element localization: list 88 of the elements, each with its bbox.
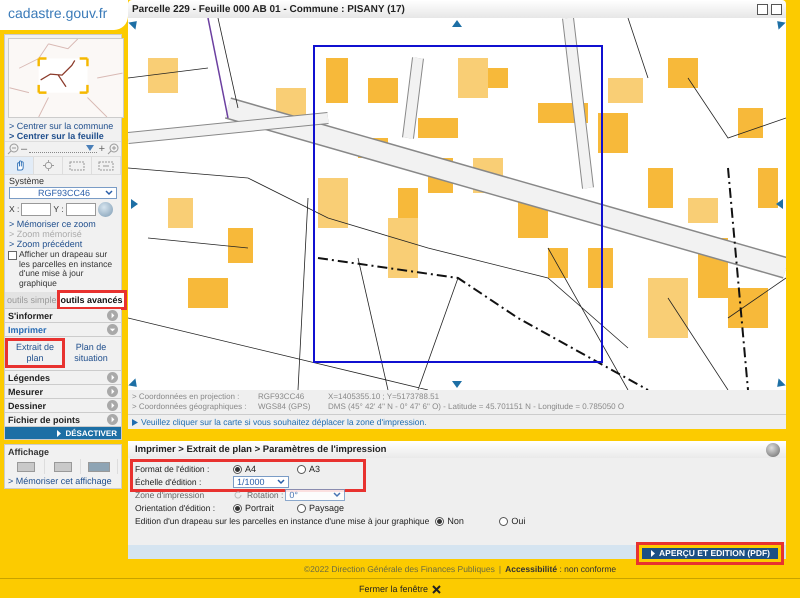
radio-option[interactable]: Non bbox=[435, 516, 500, 526]
form-label: Échelle d'édition : bbox=[135, 477, 202, 487]
accordion-header[interactable]: S'informer bbox=[5, 309, 121, 323]
zoom-link[interactable]: > Mémoriser ce zoom bbox=[5, 219, 121, 229]
expand-icon bbox=[107, 400, 118, 411]
zoom-out-icon[interactable] bbox=[7, 143, 19, 155]
system-label: Système bbox=[8, 175, 46, 186]
collapse-icon bbox=[107, 324, 118, 335]
pan-arrow-icon[interactable] bbox=[451, 18, 463, 30]
accessibility-link[interactable]: Accessibilité : non conforme bbox=[505, 564, 616, 578]
accordion-header[interactable]: Imprimer bbox=[5, 323, 121, 337]
expand-icon bbox=[107, 372, 118, 383]
tools-tab[interactable]: outils avancés bbox=[58, 292, 125, 308]
map-link[interactable]: > Centrer sur la feuille bbox=[5, 131, 121, 141]
expand-icon bbox=[107, 414, 118, 425]
map-link[interactable]: > Centrer sur la commune bbox=[5, 121, 121, 131]
help-icon[interactable] bbox=[766, 442, 780, 456]
zoom-link[interactable]: > Zoom précédent bbox=[5, 239, 121, 249]
flag-checkbox-label: Afficher un drapeau sur les parcelles en instance d'une mise à jour graphique bbox=[19, 250, 114, 288]
coordinate-value: X=1405355.10 ; Y=5173788.51 bbox=[328, 392, 440, 402]
coordinate-value: DMS (45° 42' 4" N - 0° 47' 6" O) - Latitude = 45.701151 N - Longitude = 0.785050 O bbox=[328, 402, 626, 412]
pan-arrow-icon[interactable] bbox=[774, 198, 786, 210]
deactivate-button[interactable]: DÉSACTIVER bbox=[5, 427, 121, 439]
y-label: Y : bbox=[53, 204, 64, 214]
scale-select[interactable]: 1/1000 bbox=[233, 476, 289, 488]
rotation-label: Rotation : bbox=[247, 490, 284, 500]
x-label: X : bbox=[9, 204, 20, 214]
copyright-text: ©2022 Direction Générale des Finances Publiques bbox=[304, 564, 495, 576]
map-hint: Veuillez cliquer sur la carte si vous souhaitez déplacer la zone d'impression. bbox=[141, 417, 427, 427]
display-title: Affichage bbox=[8, 447, 50, 457]
accordion-header[interactable]: Mesurer bbox=[5, 385, 121, 399]
zoom-plus[interactable]: + bbox=[98, 143, 105, 155]
coordinate-label: > Coordonnées en projection : bbox=[132, 392, 240, 402]
coordinate-system: RGF93CC46 bbox=[258, 392, 306, 402]
zoom-slider[interactable] bbox=[29, 145, 97, 153]
crosshair-icon bbox=[42, 160, 54, 171]
dropdown-caret-icon bbox=[105, 190, 113, 196]
form-label: Zone d'impression bbox=[135, 490, 206, 500]
expand-icon bbox=[107, 310, 118, 321]
save-display-link[interactable]: > Mémoriser cet affichage bbox=[8, 476, 118, 486]
pan-arrow-icon[interactable] bbox=[128, 18, 140, 30]
play-icon bbox=[132, 418, 138, 426]
zoom-minus[interactable]: – bbox=[21, 143, 28, 155]
accordion-header[interactable]: Légendes bbox=[5, 371, 121, 385]
coordinate-label: > Coordonnées géographiques : bbox=[132, 402, 248, 412]
x-input[interactable] bbox=[21, 203, 52, 216]
expand-icon bbox=[107, 386, 118, 397]
selection-rectangle-icon bbox=[69, 160, 85, 170]
accordion-header[interactable]: Fichier de points bbox=[5, 413, 121, 427]
maximize-window-button[interactable] bbox=[771, 4, 782, 14]
radio-option[interactable]: Portrait bbox=[233, 503, 297, 513]
form-label: Format de l'édition : bbox=[135, 464, 210, 474]
zoom-slider-thumb[interactable] bbox=[86, 145, 94, 151]
pan-arrow-icon[interactable] bbox=[128, 198, 140, 210]
pan-arrow-icon[interactable] bbox=[774, 18, 786, 30]
form-label: Orientation d'édition : bbox=[135, 503, 216, 513]
restore-window-button[interactable] bbox=[757, 4, 768, 14]
pan-arrow-icon[interactable] bbox=[451, 378, 463, 390]
close-window-button[interactable]: Fermer la fenêtre bbox=[352, 583, 448, 595]
y-input[interactable] bbox=[66, 203, 96, 216]
flag-checkbox[interactable] bbox=[8, 251, 17, 260]
radio-option[interactable]: A3 bbox=[297, 464, 361, 474]
dropdown-caret-icon bbox=[277, 479, 285, 485]
validate-icon[interactable] bbox=[98, 202, 113, 217]
pan-arrow-icon[interactable] bbox=[774, 378, 786, 390]
radio-option[interactable]: A4 bbox=[233, 464, 297, 474]
accordion-header[interactable]: Dessiner bbox=[5, 399, 121, 413]
map-tool-button[interactable] bbox=[5, 157, 34, 174]
map-title: Parcelle 229 - Feuille 000 AB 01 - Commune : PISANY (17) bbox=[132, 4, 405, 14]
radio-option[interactable]: Oui bbox=[499, 516, 564, 526]
chevron-icon bbox=[56, 430, 62, 436]
print-option-link[interactable]: Extrait de plan bbox=[7, 340, 63, 366]
close-icon bbox=[432, 584, 442, 594]
coordinate-system: WGS84 (GPS) bbox=[258, 402, 312, 412]
cadastral-map-drawing[interactable] bbox=[128, 18, 786, 390]
footer-separator: | bbox=[498, 564, 502, 576]
dropdown-caret-icon bbox=[333, 492, 342, 498]
pan-arrow-icon[interactable] bbox=[128, 378, 140, 390]
preview-pdf-button[interactable]: APERÇU ET EDITION (PDF) bbox=[642, 548, 778, 558]
chevron-icon bbox=[650, 550, 656, 556]
zoom-extent-icon bbox=[98, 160, 114, 170]
zoom-in-icon[interactable] bbox=[107, 143, 119, 155]
site-logo[interactable]: cadastre.gouv.fr bbox=[0, 0, 128, 30]
print-option-link[interactable]: Plan de situation bbox=[63, 340, 119, 366]
form-label: Edition d'un drapeau sur les parcelles en instance d'une mise à jour graphique bbox=[135, 516, 430, 526]
system-select[interactable]: RGF93CC46 bbox=[9, 187, 117, 199]
print-breadcrumb: Imprimer > Extrait de plan > Paramètres de l'impression bbox=[135, 444, 386, 455]
radio-option[interactable]: Paysage bbox=[297, 503, 361, 513]
